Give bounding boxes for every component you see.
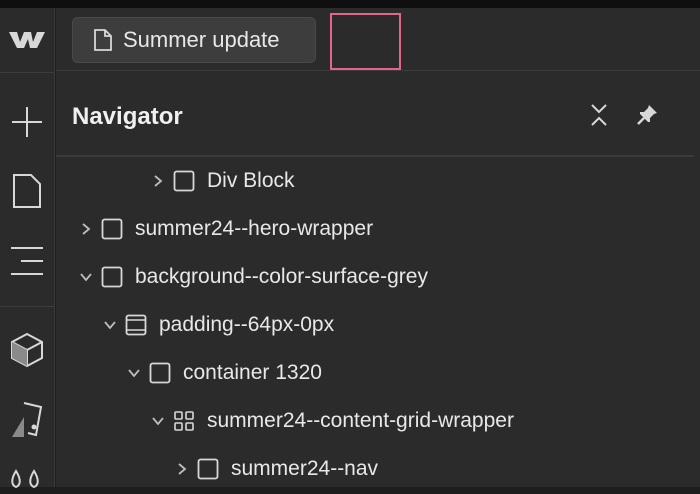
tree-row-div-block[interactable]: Div Block [56,157,694,205]
box-icon [173,170,195,192]
grid-icon [173,410,195,432]
style-manager-icon[interactable] [0,400,54,440]
box-icon [197,458,219,480]
tree-row-label: container 1320 [183,361,322,384]
left-toolbar [0,8,55,489]
tree-row-label: padding--64px-0px [159,313,335,336]
chevron-down-icon[interactable] [103,318,117,332]
tree-row-label: summer24--nav [231,457,379,480]
add-icon[interactable] [0,102,54,142]
box-icon [149,362,171,384]
window-top-strip [0,0,700,8]
tree-row-label: Div Block [207,169,295,192]
top-bar: Summer update [56,8,700,71]
navigator-tree: Div Block summer24--hero-wrapper backgro… [56,157,694,487]
navigator-icon[interactable] [0,241,54,281]
box-icon [101,266,123,288]
tree-row-nav[interactable]: summer24--nav [56,445,694,493]
chevron-right-icon[interactable] [151,174,165,188]
tree-row-label: background--color-surface-grey [135,265,428,288]
chevron-down-icon[interactable] [127,366,141,380]
components-icon[interactable] [0,330,54,370]
pin-icon[interactable] [633,101,661,129]
navigator-header: Navigator [56,71,694,157]
tree-row-label: summer24--content-grid-wrapper [207,409,514,432]
assets-icon[interactable] [0,464,54,494]
navigator-title: Navigator [72,103,183,130]
chevron-down-icon[interactable] [151,414,165,428]
chevron-right-icon[interactable] [175,462,189,476]
pages-icon[interactable] [0,171,54,211]
tree-row-background-grey[interactable]: background--color-surface-grey [56,253,694,301]
box-icon [101,218,123,240]
section-icon [125,314,147,336]
page-selector-label: Summer update [123,27,280,52]
collapse-icon[interactable] [585,101,613,129]
chevron-right-icon[interactable] [79,222,93,236]
page-icon [93,28,113,52]
tree-row-content-grid-wrapper[interactable]: summer24--content-grid-wrapper [56,397,694,445]
highlight-box[interactable] [330,13,401,70]
tree-row-label: summer24--hero-wrapper [135,217,374,240]
tree-row-padding[interactable]: padding--64px-0px [56,301,694,349]
tree-row-container[interactable]: container 1320 [56,349,694,397]
navigator-panel: Navigator Div Block summer24--hero-wrapp… [56,71,700,487]
navigator-scrollbar[interactable] [694,71,700,487]
page-selector-button[interactable]: Summer update [72,17,316,63]
tree-row-hero-wrapper[interactable]: summer24--hero-wrapper [56,205,694,253]
webflow-logo-icon[interactable] [0,22,54,58]
chevron-down-icon[interactable] [79,270,93,284]
